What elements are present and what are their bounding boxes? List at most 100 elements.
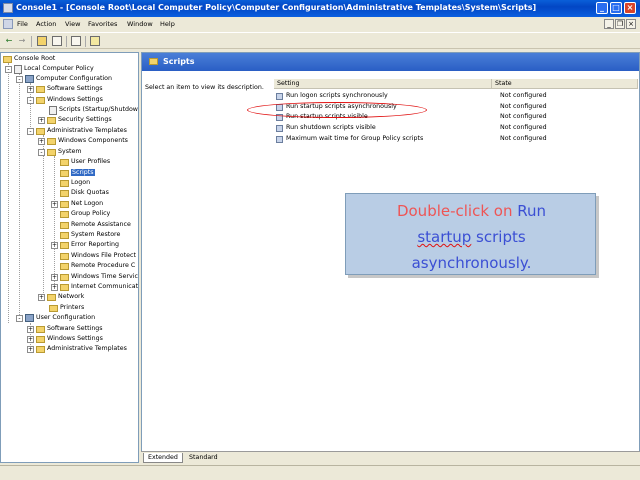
expand-icon[interactable]: + (51, 283, 58, 291)
policy-setting-icon (276, 125, 283, 132)
column-header-setting[interactable]: Setting (274, 79, 492, 89)
tree-node-logon[interactable]: Logon (60, 178, 90, 188)
tree-node-software-settings[interactable]: + Software Settings (27, 84, 103, 94)
expand-icon[interactable]: + (27, 85, 34, 93)
tree-node-administrative-templates[interactable]: - Administrative Templates (27, 126, 127, 136)
tree-node-remote-assistance[interactable]: Remote Assistance (60, 220, 131, 230)
tree-node-group-policy[interactable]: Group Policy (60, 209, 110, 219)
maximize-button[interactable]: □ (610, 2, 622, 14)
folder-icon (47, 116, 56, 124)
tree-node-user-profiles[interactable]: User Profiles (60, 157, 110, 167)
tree-node-windows-components[interactable]: + Windows Components (38, 136, 128, 146)
tree-node-remote-procedure-call[interactable]: Remote Procedure C (60, 261, 135, 271)
tree-node-user-software-settings[interactable]: + Software Settings (27, 324, 103, 334)
console-app-icon[interactable] (3, 3, 13, 13)
menu-help[interactable]: Help (160, 20, 175, 28)
close-button[interactable]: × (624, 2, 636, 14)
tree-node-scripts[interactable]: Scripts (60, 168, 95, 178)
tree-node-label: Remote Assistance (71, 221, 131, 228)
show-hide-tree-icon[interactable] (52, 36, 62, 46)
tree-node-system-restore[interactable]: System Restore (60, 230, 120, 240)
expand-icon[interactable]: + (38, 137, 45, 145)
tree-node-user-configuration[interactable]: - User Configuration (16, 313, 95, 323)
child-window-icon[interactable] (3, 19, 13, 29)
collapse-icon[interactable]: - (5, 65, 12, 73)
tree-node-printers[interactable]: Printers (49, 303, 84, 313)
setting-row[interactable]: Run shutdown scripts visible Not configur… (274, 123, 638, 133)
tree-node-system[interactable]: - System (38, 147, 81, 157)
tree-node-error-reporting[interactable]: + Error Reporting (51, 240, 119, 250)
collapse-icon[interactable]: - (27, 127, 34, 135)
toolbar-separator (85, 36, 86, 47)
folder-icon (60, 158, 69, 166)
menu-bar: File Action View Favorites Window Help (0, 17, 640, 31)
tree-node-label: Disk Quotas (71, 189, 109, 196)
tab-standard[interactable]: Standard (185, 453, 222, 463)
tree-node-label: Computer Configuration (36, 75, 113, 82)
folder-icon (47, 148, 56, 156)
callout-text: startup (417, 228, 472, 246)
collapse-icon[interactable]: - (16, 314, 23, 322)
expand-icon[interactable]: + (38, 116, 45, 124)
expand-icon[interactable]: + (51, 241, 58, 249)
help-icon[interactable] (90, 36, 100, 46)
tree-node-network[interactable]: + Network (38, 292, 84, 302)
tree-node-internet-communication[interactable]: + Internet Communicat (51, 282, 138, 292)
column-header-state[interactable]: State (492, 79, 638, 89)
folder-icon (149, 58, 158, 65)
callout-line-3: asynchronously. (411, 254, 532, 272)
expand-icon[interactable]: + (27, 345, 34, 353)
menu-file[interactable]: File (17, 20, 28, 28)
tree-node-security-settings[interactable]: + Security Settings (38, 115, 112, 125)
details-title: Scripts (163, 57, 195, 66)
tree-node-scripts-startup-shutdown[interactable]: Scripts (Startup/Shutdow (49, 105, 138, 115)
export-list-icon[interactable] (71, 36, 81, 46)
forward-arrow-icon[interactable]: → (17, 36, 27, 46)
tree-node-user-administrative-templates[interactable]: + Administrative Templates (27, 344, 127, 354)
folder-icon (60, 241, 69, 249)
callout-line-1: Double-click on Run (346, 202, 597, 220)
expand-icon[interactable]: + (51, 200, 58, 208)
setting-row[interactable]: Run logon scripts synchronously Not confi… (274, 91, 638, 101)
tree-node-computer-configuration[interactable]: - Computer Configuration (16, 74, 112, 84)
folder-icon (60, 231, 69, 239)
tab-extended[interactable]: Extended (143, 453, 183, 463)
menu-view[interactable]: View (65, 20, 80, 28)
policy-setting-icon (276, 136, 283, 143)
menu-favorites[interactable]: Favorites (88, 20, 117, 28)
policy-icon (14, 64, 22, 74)
user-icon (25, 314, 34, 322)
menu-window[interactable]: Window (127, 20, 153, 28)
expand-icon[interactable]: + (27, 335, 34, 343)
mdi-minimize-button[interactable]: _ (604, 19, 614, 29)
tree-node-local-computer-policy[interactable]: - Local Computer Policy (5, 64, 94, 74)
setting-row[interactable]: Maximum wait time for Group Policy scrip… (274, 134, 638, 144)
back-arrow-icon[interactable]: ← (4, 36, 14, 46)
setting-name: Maximum wait time for Group Policy scrip… (286, 135, 424, 142)
console-tree[interactable]: Console Root - Local Computer Policy - Com… (0, 52, 139, 463)
tree-node-windows-file-protection[interactable]: Windows File Protect (60, 251, 136, 261)
collapse-icon[interactable]: - (27, 96, 34, 104)
tree-node-disk-quotas[interactable]: Disk Quotas (60, 188, 109, 198)
collapse-icon[interactable]: - (16, 75, 23, 83)
tree-node-windows-settings[interactable]: - Windows Settings (27, 95, 103, 105)
expand-icon[interactable]: + (51, 273, 58, 281)
tree-node-label: Software Settings (47, 325, 103, 332)
title-bar[interactable]: Console1 - [Console Root\Local Computer … (0, 0, 640, 17)
expand-icon[interactable]: + (27, 325, 34, 333)
tree-node-user-windows-settings[interactable]: + Windows Settings (27, 334, 103, 344)
up-folder-icon[interactable] (37, 36, 47, 46)
expand-icon[interactable]: + (38, 293, 45, 301)
tree-node-console-root[interactable]: Console Root (3, 54, 55, 64)
tree-node-windows-time-service[interactable]: + Windows Time Servic (51, 272, 138, 282)
mdi-restore-button[interactable]: ❐ (615, 19, 625, 29)
mdi-close-button[interactable]: × (626, 19, 636, 29)
minimize-button[interactable]: _ (596, 2, 608, 14)
tree-node-label: User Profiles (71, 158, 111, 165)
folder-icon (60, 262, 69, 270)
tree-node-label: Scripts (Startup/Shutdow (59, 106, 138, 113)
menu-action[interactable]: Action (36, 20, 56, 28)
tree-node-net-logon[interactable]: + Net Logon (51, 199, 103, 209)
toolbar-separator (31, 36, 32, 47)
collapse-icon[interactable]: - (38, 148, 45, 156)
